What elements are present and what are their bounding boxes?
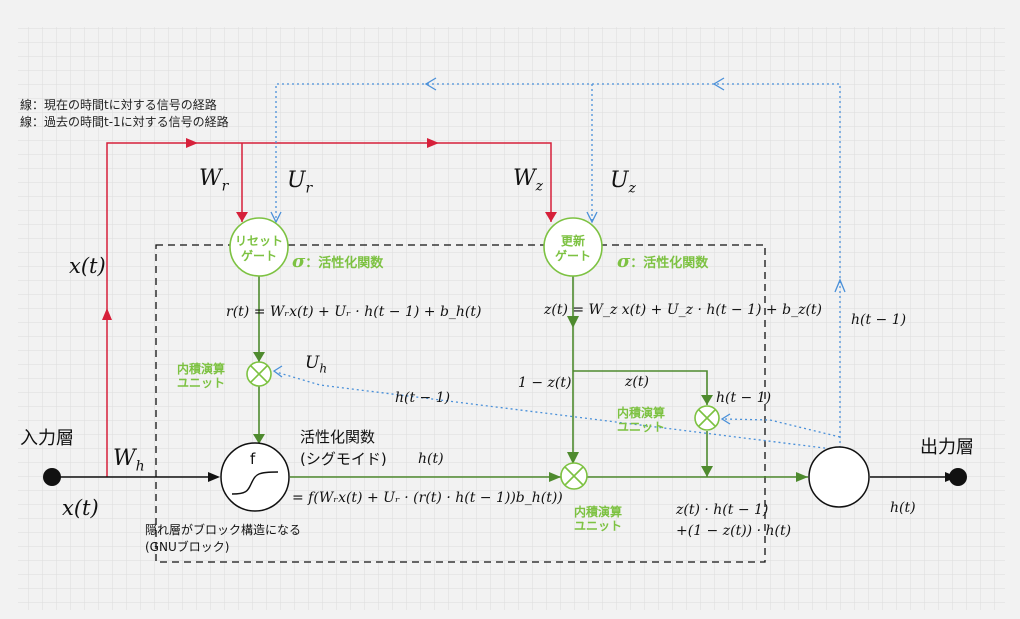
update-gate-line2: ゲート xyxy=(554,249,591,263)
output-equation-line2: +(1 − z(t)) · h(t) xyxy=(676,523,792,539)
label-z-t: z(t) xyxy=(625,374,649,390)
label-w-h: Wh xyxy=(113,446,145,475)
label-u-h-sub: h xyxy=(319,361,328,376)
label-w-r: Wr xyxy=(199,166,229,195)
diagram-canvas: 線：現在の時間tに対する信号の経路 線：過去の時間t-1に対する信号の経路 Wr… xyxy=(0,0,1020,619)
sigma-note-update: σ：活性化関数 xyxy=(617,253,708,271)
output-product-label: 内積演算 ユニット xyxy=(574,505,622,533)
candidate-equation: = f(Wᵣx(t) + Uᵣ · (r(t) · h(t − 1))b_h(t… xyxy=(292,490,563,506)
label-u-h: Uh xyxy=(305,353,328,376)
reset-gate-equation: r(t) = Wᵣx(t) + Uᵣ · h(t − 1) + b_h(t) xyxy=(226,304,482,320)
update-gate-line1: 更新 xyxy=(560,234,585,248)
input-layer-label: 入力層 xyxy=(20,428,74,449)
update-product-unit xyxy=(694,405,720,431)
output-node xyxy=(808,446,870,508)
reset-product-label: 内積演算 ユニット xyxy=(177,362,225,390)
label-h-t-mid: h(t) xyxy=(418,451,444,467)
block-note: 隠れ層がブロック構造になる (GNUブロック) xyxy=(145,522,301,556)
reset-product-unit xyxy=(246,361,272,387)
output-layer-label: 出力層 xyxy=(920,437,974,458)
update-product-line1: 内積演算 xyxy=(617,406,666,420)
reset-gate-label: リセット ゲート xyxy=(230,234,288,264)
reset-gate-line1: リセット xyxy=(234,234,283,248)
label-w-r-sub: r xyxy=(221,178,229,195)
label-w-z-sub: z xyxy=(535,178,544,195)
sigma-symbol-reset: σ xyxy=(292,251,306,272)
output-layer-node xyxy=(949,468,967,486)
update-product-line2: ユニット xyxy=(617,420,666,434)
legend-blue-line: 線：過去の時間t-1に対する信号の経路 xyxy=(20,115,229,129)
activation-f-label: f xyxy=(250,450,256,468)
label-w-z: Wz xyxy=(513,166,544,195)
label-h-t1-reset: h(t − 1) xyxy=(395,390,451,406)
label-h-t1-update: h(t − 1) xyxy=(716,390,772,406)
label-u-r-sub: r xyxy=(305,180,313,197)
label-w-h-sub: h xyxy=(135,458,145,475)
output-product-unit xyxy=(560,462,588,490)
label-x-t-input: x(t) xyxy=(62,496,99,520)
update-product-label: 内積演算 ユニット xyxy=(617,406,665,434)
input-layer-node xyxy=(43,468,61,486)
block-note-line2: (GNUブロック) xyxy=(145,540,230,554)
reset-gate-line2: ゲート xyxy=(240,249,277,263)
sigma-note-reset: σ：活性化関数 xyxy=(292,253,383,271)
block-note-line1: 隠れ層がブロック構造になる xyxy=(145,523,302,537)
sigma-symbol-update: σ xyxy=(617,251,631,272)
update-gate-equation: z(t) = W_z x(t) + U_z · h(t − 1) + b_z(t… xyxy=(544,302,822,318)
activation-subtitle: (シグモイド) xyxy=(300,450,387,468)
legend-red-line: 線：現在の時間tに対する信号の経路 xyxy=(20,98,217,112)
output-product-line1: 内積演算 xyxy=(574,505,623,519)
label-u-r: Ur xyxy=(287,168,313,197)
label-h-t-output: h(t) xyxy=(890,500,916,516)
label-h-t1-loop: h(t − 1) xyxy=(851,312,907,328)
sigma-desc-reset: ：活性化関数 xyxy=(305,256,384,271)
output-equation-line1: z(t) · h(t − 1) xyxy=(676,502,769,518)
activation-title: 活性化関数 xyxy=(300,428,376,446)
reset-product-line2: ユニット xyxy=(177,376,226,390)
label-u-z-sub: z xyxy=(628,180,636,197)
reset-product-line1: 内積演算 xyxy=(177,362,226,376)
sigma-desc-update: ：活性化関数 xyxy=(630,256,709,271)
update-gate-label: 更新 ゲート xyxy=(544,234,602,264)
label-x-t-vertical: x(t) xyxy=(69,254,106,278)
label-one-minus-z: 1 − z(t) xyxy=(518,375,572,391)
output-product-line2: ユニット xyxy=(574,519,623,533)
label-u-z: Uz xyxy=(610,168,636,197)
